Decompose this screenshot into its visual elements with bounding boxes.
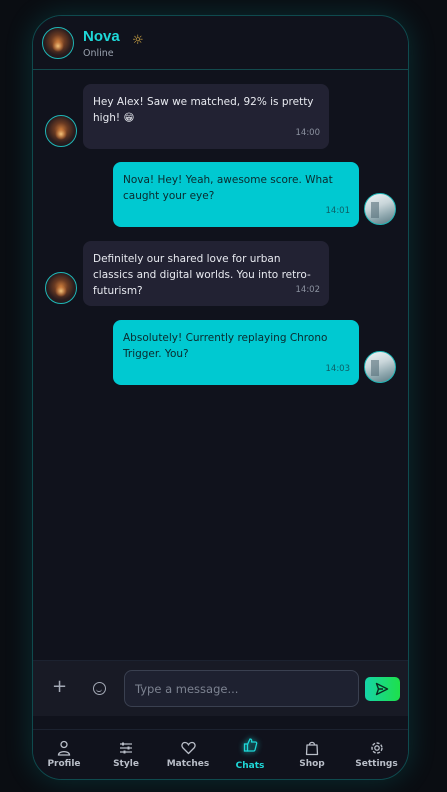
thumbs-up-icon <box>243 738 258 752</box>
message-outgoing: Absolutely! Currently replaying Chrono T… <box>113 320 359 385</box>
message-input[interactable] <box>124 670 359 707</box>
message-text: Hey Alex! Saw we matched, 92% is pretty … <box>93 96 314 124</box>
message-composer: + <box>33 660 408 716</box>
send-icon <box>375 682 389 696</box>
sun-icon[interactable]: ☼ <box>132 34 144 48</box>
nav-item-shop[interactable]: Shop <box>281 730 343 779</box>
message-time: 14:02 <box>295 285 321 295</box>
user-avatar <box>364 193 396 225</box>
chat-header: Nova ☼ Online <box>33 16 408 70</box>
gear-icon <box>371 742 383 754</box>
contact-avatar <box>45 272 77 304</box>
sliders-icon <box>120 742 132 754</box>
nav-label: Chats <box>235 761 265 771</box>
chat-screen: Nova ☼ Online Hey Alex! Saw we matched, … <box>32 15 409 780</box>
nav-item-chats[interactable]: Chats <box>219 730 281 779</box>
message-outgoing: Nova! Hey! Yeah, awesome score. What cau… <box>113 162 359 227</box>
contact-avatar <box>45 115 77 147</box>
nav-item-profile[interactable]: Profile <box>33 730 95 779</box>
send-button[interactable] <box>365 677 400 701</box>
contact-name[interactable]: Nova <box>83 28 120 45</box>
shopping-bag-icon <box>305 741 319 756</box>
message-incoming: Hey Alex! Saw we matched, 92% is pretty … <box>83 84 329 149</box>
message-time: 14:01 <box>325 206 351 216</box>
person-icon <box>57 740 71 756</box>
message-text: Absolutely! Currently replaying Chrono T… <box>123 332 328 360</box>
message-incoming: Definitely our shared love for urban cla… <box>83 241 329 306</box>
heart-icon <box>181 741 196 755</box>
nav-label: Profile <box>47 759 81 769</box>
nav-label: Shop <box>299 759 325 769</box>
nav-item-settings[interactable]: Settings <box>343 730 408 779</box>
bottom-nav: Profile Style Matches Chats Shop Setting… <box>33 729 408 779</box>
message-text: Nova! Hey! Yeah, awesome score. What cau… <box>123 174 333 202</box>
nav-label: Style <box>113 759 139 769</box>
message-text: Definitely our shared love for urban cla… <box>93 253 311 297</box>
nav-item-matches[interactable]: Matches <box>157 730 219 779</box>
smiley-icon[interactable] <box>93 682 106 695</box>
contact-avatar[interactable] <box>42 27 74 59</box>
message-time: 14:03 <box>325 364 351 374</box>
message-time: 14:00 <box>295 128 321 138</box>
user-avatar <box>364 351 396 383</box>
nav-item-style[interactable]: Style <box>95 730 157 779</box>
plus-icon[interactable]: + <box>52 678 67 696</box>
nav-label: Settings <box>355 759 398 769</box>
nav-label: Matches <box>166 759 210 769</box>
contact-status: Online <box>83 48 114 59</box>
